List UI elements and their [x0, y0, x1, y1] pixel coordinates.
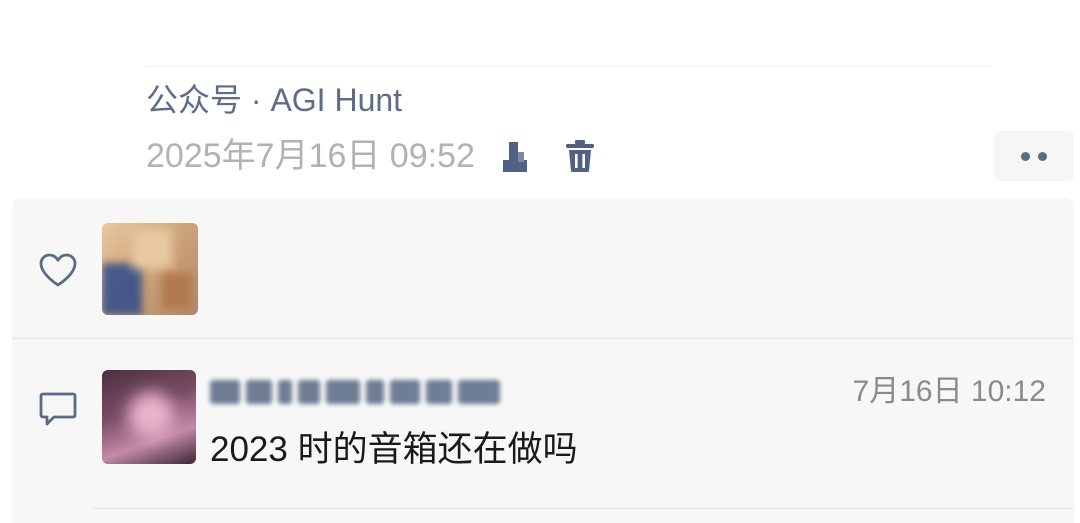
- post-source-link[interactable]: 公众号 · AGI Hunt: [146, 80, 402, 120]
- comment-time: 7月16日 10:12: [852, 375, 1046, 408]
- divider: [12, 338, 1074, 339]
- divider: [146, 66, 992, 67]
- commenter-avatar[interactable]: [102, 370, 196, 464]
- commenter-name-blurred[interactable]: [210, 374, 500, 410]
- person-privacy-icon[interactable]: [501, 138, 531, 174]
- liker-avatar[interactable]: [102, 223, 198, 315]
- post-meta-row: 2025年7月16日 09:52: [146, 136, 595, 176]
- moments-post-detail: 公众号 · AGI Hunt 2025年7月16日 09:52 7月16日 10…: [0, 0, 1080, 523]
- comment-text[interactable]: 2023 时的音箱还在做吗: [210, 428, 578, 472]
- post-timestamp: 2025年7月16日 09:52: [146, 137, 475, 175]
- comment-bubble-icon: [39, 392, 77, 426]
- more-button[interactable]: [994, 131, 1074, 181]
- heart-outline-icon: [39, 253, 77, 287]
- trash-icon[interactable]: [565, 139, 595, 173]
- more-dots-icon: [1021, 151, 1047, 161]
- divider: [92, 508, 1074, 509]
